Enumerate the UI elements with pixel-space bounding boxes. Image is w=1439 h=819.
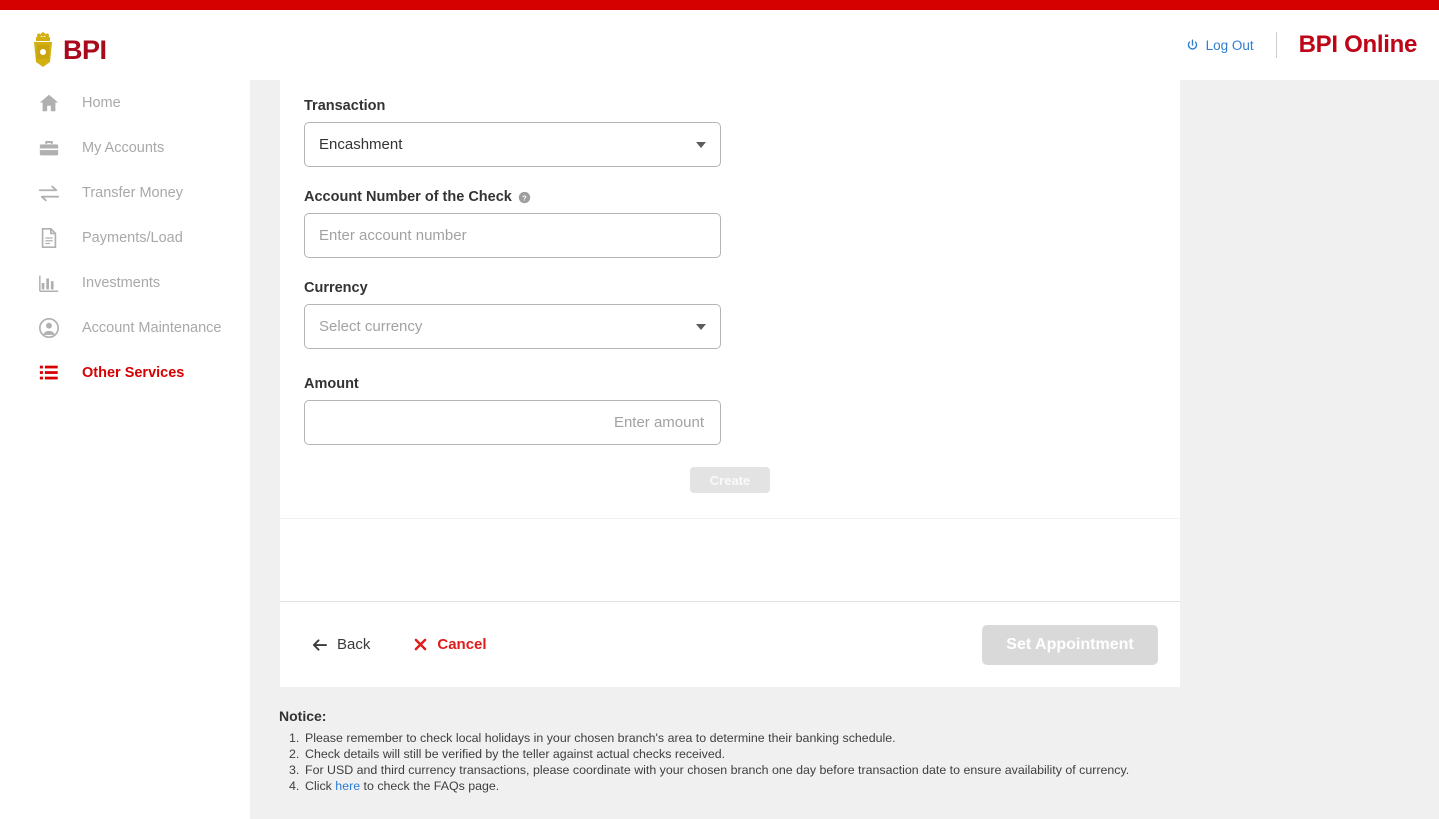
logout-label: Log Out [1206, 38, 1254, 53]
sidebar-item-label: My Accounts [82, 140, 164, 156]
currency-label: Currency [304, 280, 721, 296]
notice-item: 1. Please remember to check local holida… [279, 730, 1179, 746]
notice-number: 2. [279, 746, 305, 762]
appointment-form-card: Transaction Encashment Account Number of… [280, 80, 1180, 687]
field-transaction: Transaction Encashment [304, 98, 721, 167]
amount-input[interactable]: Enter amount [304, 400, 721, 445]
currency-select[interactable]: Select currency [304, 304, 721, 349]
cancel-button[interactable]: Cancel [414, 636, 486, 653]
form-action-bar: Back Cancel Set Appointment [280, 602, 1180, 687]
chevron-down-icon [696, 324, 706, 330]
arrow-left-icon [312, 638, 327, 652]
sidebar-item-label: Investments [82, 275, 160, 291]
sidebar-item-home[interactable]: Home [0, 80, 250, 125]
notice-title: Notice: [279, 708, 1179, 724]
sidebar-item-label: Transfer Money [82, 185, 183, 201]
sidebar-item-my-accounts[interactable]: My Accounts [0, 125, 250, 170]
faq-link[interactable]: here [335, 779, 360, 793]
sidebar-item-payments-load[interactable]: Payments/Load [0, 215, 250, 260]
account-number-input[interactable]: Enter account number [304, 213, 721, 258]
transfer-arrows-icon [38, 182, 60, 204]
sidebar-item-account-maintenance[interactable]: Account Maintenance [0, 305, 250, 350]
notice-text: Check details will still be verified by … [305, 746, 1179, 762]
notice-number: 3. [279, 762, 305, 778]
transaction-label: Transaction [304, 98, 721, 114]
list-icon [38, 362, 60, 384]
account-number-placeholder: Enter account number [319, 227, 467, 244]
account-number-label-text: Account Number of the Check [304, 189, 512, 205]
sidebar-nav: Home My Accounts Transfer Money Payments… [0, 80, 250, 819]
bpi-online-wordmark: BPI Online [1277, 31, 1417, 59]
field-currency: Currency Select currency [304, 280, 721, 349]
bpi-crest-icon [30, 32, 56, 68]
transaction-value: Encashment [319, 136, 402, 153]
set-appointment-button[interactable]: Set Appointment [982, 625, 1158, 665]
user-circle-icon [38, 317, 60, 339]
sidebar-item-label: Payments/Load [82, 230, 183, 246]
power-icon [1186, 39, 1199, 52]
sidebar-item-label: Account Maintenance [82, 320, 221, 336]
amount-placeholder: Enter amount [614, 414, 704, 431]
amount-label: Amount [304, 376, 721, 392]
notice-prefix: Click [305, 779, 335, 793]
page-header: BPI Log Out BPI Online [0, 10, 1439, 80]
notice-item: 3. For USD and third currency transactio… [279, 762, 1179, 778]
account-number-label: Account Number of the Check ? [304, 189, 721, 205]
field-amount: Amount Enter amount [304, 376, 721, 445]
back-label: Back [337, 636, 370, 653]
back-button[interactable]: Back [312, 636, 370, 653]
currency-placeholder: Select currency [319, 318, 422, 335]
bpi-logo-text: BPI [63, 37, 107, 64]
field-account-number: Account Number of the Check ? Enter acco… [304, 189, 721, 258]
help-circle-icon[interactable]: ? [518, 191, 531, 204]
logout-button[interactable]: Log Out [1186, 38, 1276, 53]
notice-item-faq: 4. Click here to check the FAQs page. [279, 778, 1179, 794]
document-icon [38, 227, 60, 249]
sidebar-item-label: Other Services [82, 365, 184, 381]
notice-text: Please remember to check local holidays … [305, 730, 1179, 746]
header-right-group: Log Out BPI Online [1186, 10, 1417, 80]
bpi-logo[interactable]: BPI [30, 32, 107, 68]
notice-item: 2. Check details will still be verified … [279, 746, 1179, 762]
chevron-down-icon [696, 142, 706, 148]
notice-text: For USD and third currency transactions,… [305, 762, 1179, 778]
top-accent-bar [0, 0, 1439, 10]
bar-chart-icon [38, 272, 60, 294]
create-button[interactable]: Create [690, 467, 770, 493]
notice-suffix: to check the FAQs page. [360, 779, 499, 793]
home-icon [38, 92, 60, 114]
sidebar-item-investments[interactable]: Investments [0, 260, 250, 305]
notice-section: Notice: 1. Please remember to check loca… [279, 708, 1179, 794]
form-fields-area: Transaction Encashment Account Number of… [280, 80, 1180, 518]
card-divider-soft [280, 518, 1180, 519]
notice-number: 1. [279, 730, 305, 746]
close-x-icon [414, 638, 427, 651]
notice-text: Click here to check the FAQs page. [305, 778, 1179, 794]
cancel-label: Cancel [437, 636, 486, 653]
transaction-select[interactable]: Encashment [304, 122, 721, 167]
svg-text:?: ? [522, 193, 527, 202]
sidebar-item-label: Home [82, 95, 121, 111]
briefcase-icon [38, 137, 60, 159]
sidebar-item-transfer-money[interactable]: Transfer Money [0, 170, 250, 215]
notice-number: 4. [279, 778, 305, 794]
sidebar-item-other-services[interactable]: Other Services [0, 350, 250, 395]
